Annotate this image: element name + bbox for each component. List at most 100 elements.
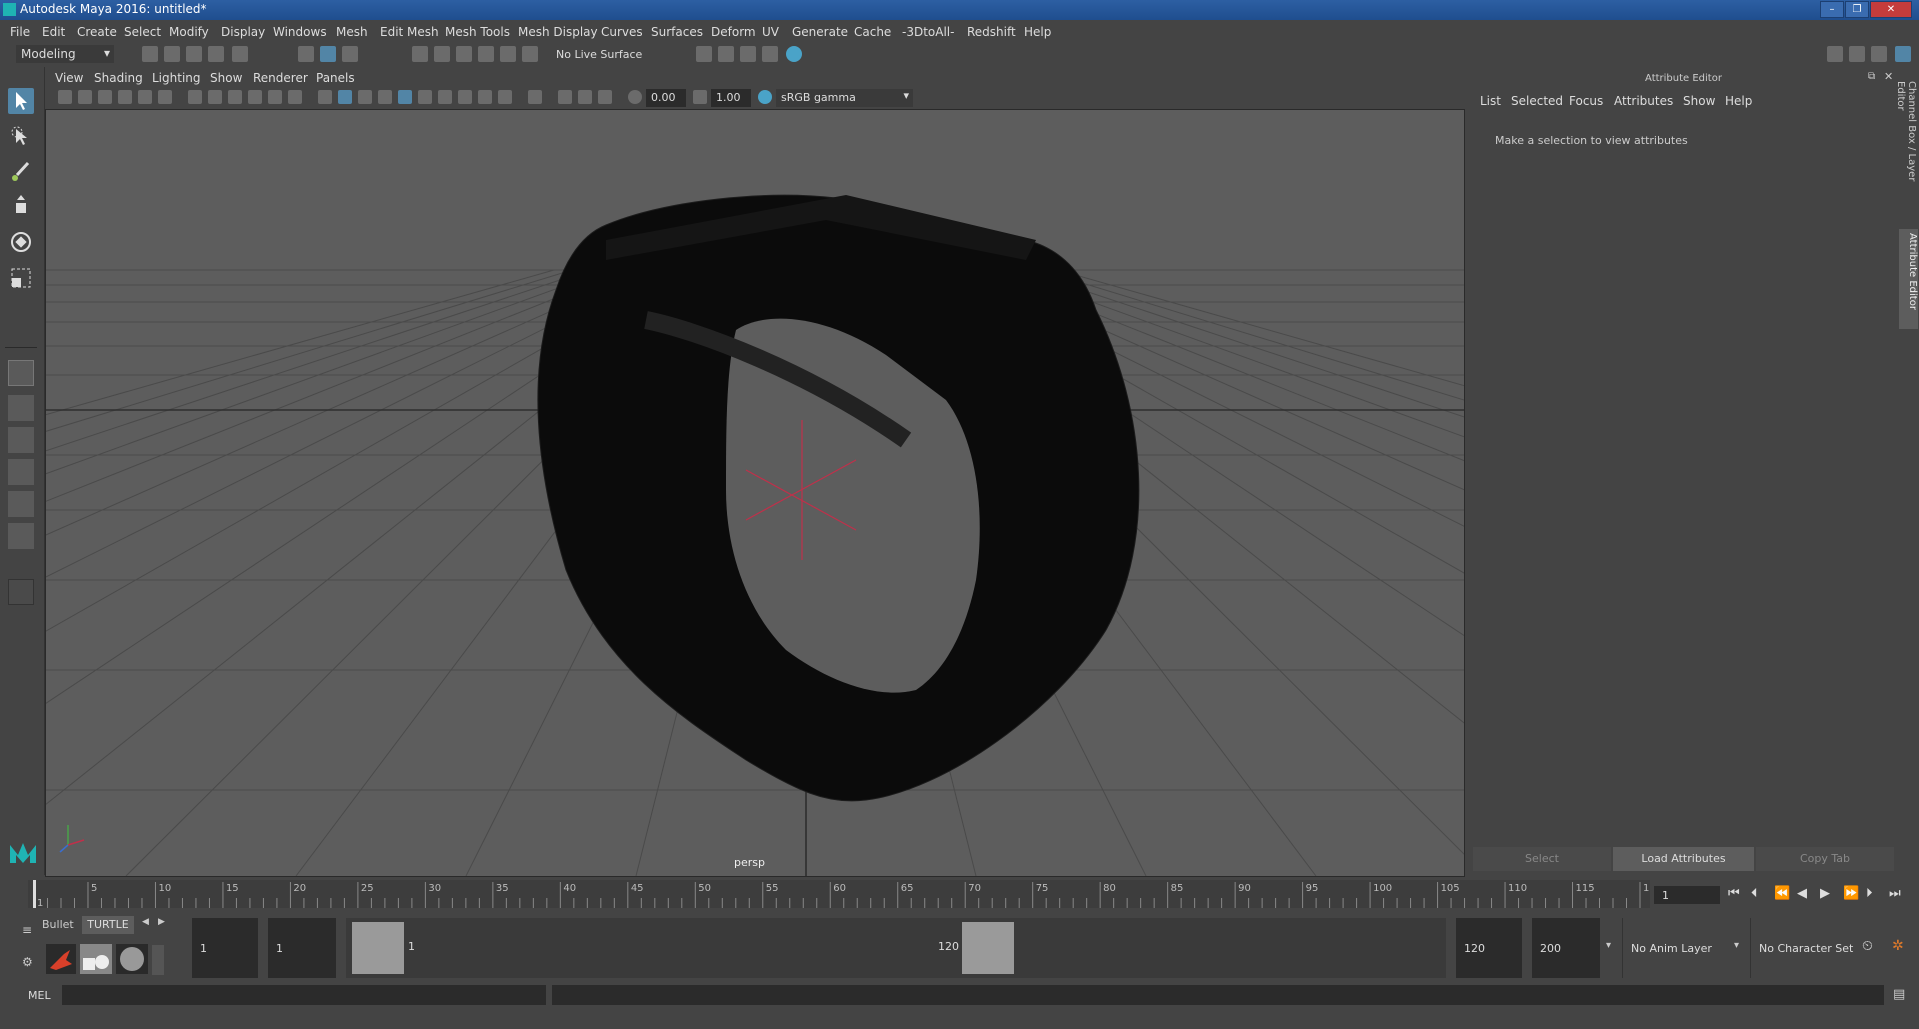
open-scene-icon[interactable]	[164, 46, 180, 62]
menu-mesh-tools[interactable]: Mesh Tools	[445, 25, 510, 39]
shelf-material-icon[interactable]	[116, 944, 148, 974]
menu-set-dropdown[interactable]: Modeling ▾	[16, 45, 114, 63]
grease-pencil-icon[interactable]	[158, 90, 172, 104]
menu-help[interactable]: Help	[1024, 25, 1051, 39]
exposure-icon[interactable]	[628, 90, 642, 104]
gear-icon[interactable]: ⚙	[22, 955, 33, 969]
attr-menu-selected[interactable]: Selected	[1511, 94, 1563, 108]
save-scene-icon[interactable]	[186, 46, 202, 62]
menu-surfaces[interactable]: Surfaces	[651, 25, 703, 39]
select-by-hierarchy-icon[interactable]	[298, 46, 314, 62]
lasso-tool-icon[interactable]	[8, 123, 34, 149]
attr-menu-attributes[interactable]: Attributes	[1614, 94, 1673, 108]
animation-preferences-icon[interactable]: ✲	[1892, 938, 1904, 954]
select-tool-icon[interactable]	[8, 88, 34, 114]
isolate-select-icon[interactable]	[528, 90, 542, 104]
range-slider-start-handle[interactable]	[352, 922, 404, 974]
scale-tool-icon[interactable]	[8, 265, 34, 291]
gate-mask-icon[interactable]	[248, 90, 262, 104]
make-live-icon[interactable]	[522, 46, 538, 62]
float-panel-icon[interactable]: ⧉	[1868, 71, 1875, 82]
menu-windows[interactable]: Windows	[273, 25, 327, 39]
anti-aliasing-icon[interactable]	[478, 90, 492, 104]
wireframe-on-shaded-icon[interactable]	[358, 90, 372, 104]
depth-of-field-icon[interactable]	[498, 90, 512, 104]
shelf-scrollbar[interactable]	[152, 945, 164, 975]
persp-hypershade-layout-icon[interactable]	[8, 491, 34, 517]
auto-key-icon[interactable]: ⏲	[1862, 938, 1873, 954]
attr-menu-focus[interactable]: Focus	[1569, 94, 1603, 108]
color-management-icon[interactable]	[758, 90, 772, 104]
render-current-frame-icon[interactable]	[718, 46, 734, 62]
persp-outliner-layout-icon[interactable]	[8, 427, 34, 453]
motion-blur-icon[interactable]	[458, 90, 472, 104]
film-gate-icon[interactable]	[208, 90, 222, 104]
minimize-button[interactable]: –	[1820, 1, 1844, 18]
menu-edit[interactable]: Edit	[42, 25, 65, 39]
menu-select[interactable]: Select	[124, 25, 161, 39]
current-frame-field[interactable]: 1	[1654, 886, 1720, 904]
panel-menu-renderer[interactable]: Renderer	[253, 71, 308, 85]
outliner-toggle-icon[interactable]	[1871, 46, 1887, 62]
start-time-field[interactable]: 1	[192, 918, 258, 978]
2d-pan-zoom-icon[interactable]	[138, 90, 152, 104]
select-button[interactable]: Select	[1473, 847, 1611, 871]
play-backwards-icon[interactable]: ◀	[1797, 886, 1807, 901]
layout-toggle-icon[interactable]	[1849, 46, 1865, 62]
ambient-occlusion-icon[interactable]	[438, 90, 452, 104]
attr-menu-help[interactable]: Help	[1725, 94, 1752, 108]
safe-action-icon[interactable]	[288, 90, 302, 104]
persp-graph-layout-icon[interactable]	[8, 459, 34, 485]
menu-3dtoall[interactable]: -3DtoAll-	[902, 25, 954, 39]
field-chart-icon[interactable]	[268, 90, 282, 104]
close-button[interactable]: ✕	[1870, 1, 1912, 18]
tab-channel-box[interactable]: Channel Box / Layer Editor	[1895, 81, 1917, 201]
command-input[interactable]	[62, 985, 546, 1005]
panel-menu-show[interactable]: Show	[210, 71, 242, 85]
panel-menu-view[interactable]: View	[55, 71, 83, 85]
xray-components-icon[interactable]	[598, 90, 612, 104]
redo-icon[interactable]	[232, 46, 248, 62]
viewport-scene[interactable]	[46, 110, 1464, 876]
step-forward-key-icon[interactable]: ⏩	[1843, 886, 1859, 901]
panel-menu-panels[interactable]: Panels	[316, 71, 355, 85]
shelf-scroll-right-icon[interactable]: ▶	[158, 917, 165, 927]
playback-end-field[interactable]: 120	[1456, 918, 1522, 978]
shelf-tab-turtle[interactable]: TURTLE	[82, 916, 134, 934]
channel-box-toggle-icon[interactable]	[1895, 46, 1911, 62]
menu-uv[interactable]: UV	[762, 25, 779, 39]
panel-menu-shading[interactable]: Shading	[94, 71, 143, 85]
command-language-label[interactable]: MEL	[28, 989, 51, 1002]
persp-uv-layout-icon[interactable]	[8, 523, 34, 549]
menu-cache[interactable]: Cache	[854, 25, 891, 39]
go-to-start-icon[interactable]: ⏮	[1728, 886, 1740, 901]
resolution-gate-icon[interactable]	[228, 90, 242, 104]
menu-deform[interactable]: Deform	[711, 25, 756, 39]
wristband-model[interactable]	[537, 194, 1140, 802]
shelf-scroll-left-icon[interactable]: ◀	[142, 917, 149, 927]
range-slider-track[interactable]: 1 120	[346, 918, 1446, 978]
rotate-tool-icon[interactable]	[8, 229, 34, 255]
menu-modify[interactable]: Modify	[169, 25, 209, 39]
playback-start-field[interactable]: 1	[268, 918, 336, 978]
attr-menu-show[interactable]: Show	[1683, 94, 1715, 108]
undo-icon[interactable]	[208, 46, 224, 62]
step-back-frame-icon[interactable]: ⏴	[1751, 886, 1758, 901]
four-view-layout-icon[interactable]	[8, 395, 34, 421]
time-ruler[interactable]: 1 5 10 15 20 25 30 35 40 45 50 55 60 65 70 75 80 85 90 95 10…	[28, 880, 1662, 909]
smooth-shade-icon[interactable]	[338, 90, 352, 104]
gamma-icon[interactable]	[693, 90, 707, 104]
attr-menu-list[interactable]: List	[1480, 94, 1501, 108]
grid-toggle-icon[interactable]	[188, 90, 202, 104]
toolbox-options-icon[interactable]	[8, 579, 34, 605]
xray-icon[interactable]	[558, 90, 572, 104]
single-perspective-layout-icon[interactable]	[8, 360, 34, 386]
snap-to-curve-icon[interactable]	[434, 46, 450, 62]
image-plane-icon[interactable]	[118, 90, 132, 104]
chevron-down-icon[interactable]: ▾	[1606, 940, 1611, 951]
load-attributes-button[interactable]: Load Attributes	[1613, 847, 1754, 871]
snap-to-projected-center-icon[interactable]	[478, 46, 494, 62]
workspace-icon[interactable]	[1827, 46, 1843, 62]
menu-lines-icon[interactable]: ≡	[22, 923, 32, 937]
maximize-button[interactable]: ❐	[1845, 1, 1869, 18]
